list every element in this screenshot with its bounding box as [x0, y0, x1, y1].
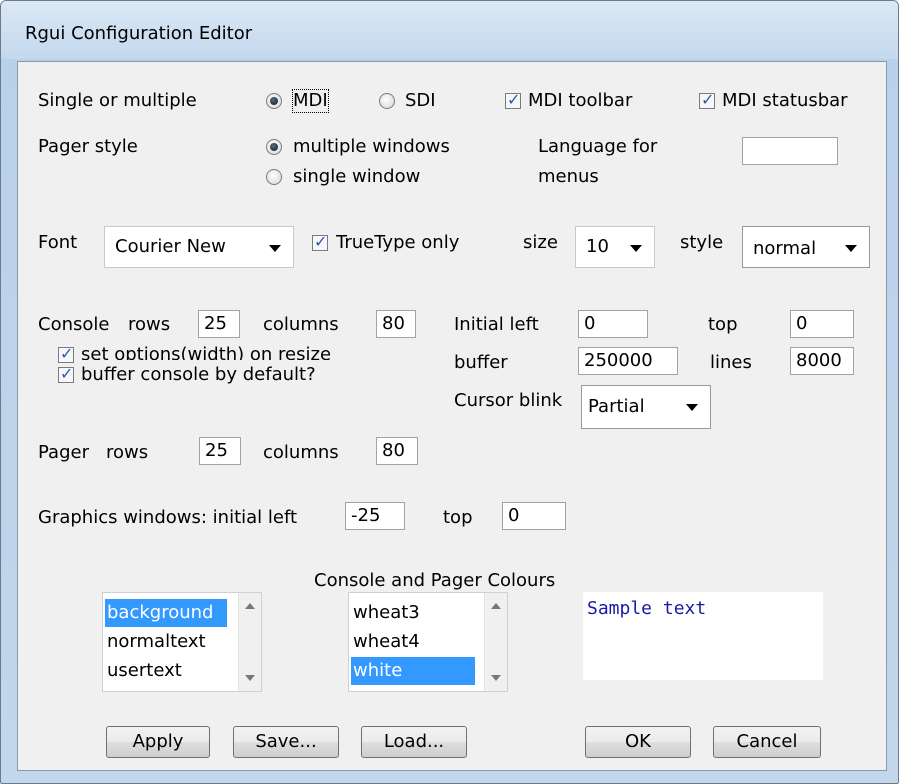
save-button[interactable]: Save...	[233, 726, 339, 758]
font-style-value: normal	[753, 238, 817, 259]
font-size-dropdown[interactable]: 10	[575, 226, 655, 268]
chevron-down-icon	[845, 245, 857, 252]
mdi-statusbar-checkbox[interactable]	[699, 90, 715, 109]
font-dropdown[interactable]: Courier New	[104, 226, 294, 268]
ok-button[interactable]: OK	[585, 726, 691, 758]
mdi-toolbar-label[interactable]: MDI toolbar	[528, 90, 632, 112]
language-label-line2: menus	[538, 166, 599, 187]
cursor-blink-value: Partial	[588, 396, 645, 417]
sdi-radio-label[interactable]: SDI	[405, 90, 436, 112]
mdi-toolbar-checkbox[interactable]	[505, 90, 521, 109]
load-button[interactable]: Load...	[361, 726, 467, 758]
single-window-label[interactable]: single window	[293, 166, 420, 188]
initial-left-label: Initial left	[454, 314, 539, 335]
set-options-label[interactable]: set options(width) on resize	[81, 344, 331, 360]
console-top-input[interactable]: 0	[790, 310, 854, 338]
element-scrollbar[interactable]	[238, 593, 261, 691]
list-item[interactable]: wheat4	[351, 628, 420, 656]
language-input[interactable]	[742, 137, 838, 165]
pager-rows-input[interactable]: 25	[199, 437, 241, 465]
list-item[interactable]: wheat3	[351, 599, 420, 627]
set-options-checkbox[interactable]	[58, 344, 74, 363]
graphics-top-input[interactable]: 0	[502, 502, 566, 530]
font-label: Font	[38, 232, 78, 253]
console-top-label: top	[708, 314, 738, 335]
truetype-only-checkbox[interactable]	[312, 232, 328, 251]
scroll-up-icon[interactable]	[245, 603, 255, 609]
sdi-radio[interactable]	[379, 93, 395, 109]
list-item[interactable]: white	[351, 657, 475, 685]
colour-element-listbox[interactable]: background normaltext usertext	[102, 592, 262, 692]
apply-button[interactable]: Apply	[106, 726, 210, 758]
mdi-radio-label[interactable]: MDI	[292, 89, 329, 113]
cancel-button[interactable]: Cancel	[713, 726, 821, 758]
window-title: Rgui Configuration Editor	[25, 23, 253, 44]
scroll-up-icon[interactable]	[491, 603, 501, 609]
lines-input[interactable]: 8000	[790, 347, 854, 375]
graphics-left-label: Graphics windows: initial left	[38, 507, 298, 528]
console-rows-label: rows	[128, 314, 171, 335]
config-editor-window: Rgui Configuration Editor Single or mult…	[0, 0, 899, 784]
graphics-top-label: top	[443, 507, 473, 528]
dialog-body: Single or multiple MDI SDI MDI toolbar M…	[17, 61, 887, 771]
console-columns-label: columns	[263, 314, 339, 335]
pager-columns-input[interactable]: 80	[376, 437, 418, 465]
pager-columns-label: columns	[263, 442, 339, 463]
console-rows-input[interactable]: 25	[198, 310, 240, 338]
list-item[interactable]: usertext	[105, 657, 182, 685]
list-item[interactable]: background	[105, 599, 227, 627]
mdi-statusbar-label[interactable]: MDI statusbar	[722, 90, 848, 112]
language-label: Language for	[538, 136, 658, 157]
pager-style-label: Pager style	[38, 136, 138, 157]
mdi-radio[interactable]	[266, 93, 282, 109]
scroll-down-icon[interactable]	[491, 675, 501, 681]
list-item[interactable]: normaltext	[105, 628, 206, 656]
colours-heading: Console and Pager Colours	[314, 570, 556, 591]
initial-left-input[interactable]: 0	[578, 310, 648, 338]
multiple-windows-label[interactable]: multiple windows	[293, 136, 450, 158]
single-window-radio[interactable]	[266, 169, 282, 185]
chevron-down-icon	[269, 245, 281, 252]
console-label: Console	[38, 314, 110, 335]
scroll-down-icon[interactable]	[245, 675, 255, 681]
cursor-blink-label: Cursor blink	[454, 390, 563, 411]
console-columns-input[interactable]: 80	[376, 310, 416, 338]
buffer-default-checkbox[interactable]	[58, 364, 74, 383]
font-style-label: style	[680, 232, 724, 253]
font-dropdown-value: Courier New	[115, 236, 226, 257]
font-size-label: size	[523, 232, 558, 253]
buffer-input[interactable]: 250000	[578, 347, 678, 375]
chevron-down-icon	[686, 404, 698, 411]
chevron-down-icon	[630, 245, 642, 252]
sample-text: Sample text	[587, 598, 707, 619]
font-size-value: 10	[586, 236, 609, 257]
mode-label: Single or multiple	[38, 90, 197, 111]
multiple-windows-radio[interactable]	[266, 139, 282, 155]
cursor-blink-dropdown[interactable]: Partial	[581, 385, 711, 429]
buffer-default-label[interactable]: buffer console by default?	[81, 364, 316, 386]
colour-name-listbox[interactable]: wheat3 wheat4 white	[348, 592, 508, 692]
colour-scrollbar[interactable]	[484, 593, 507, 691]
buffer-label: buffer	[454, 352, 508, 373]
pager-rows-label: rows	[106, 442, 149, 463]
sample-text-preview: Sample text	[583, 592, 823, 680]
lines-label: lines	[710, 352, 752, 373]
graphics-left-input[interactable]: -25	[345, 502, 405, 530]
truetype-only-label[interactable]: TrueType only	[336, 232, 506, 254]
pager-label: Pager	[38, 442, 89, 463]
title-bar[interactable]: Rgui Configuration Editor	[1, 1, 898, 59]
font-style-dropdown[interactable]: normal	[742, 226, 870, 268]
